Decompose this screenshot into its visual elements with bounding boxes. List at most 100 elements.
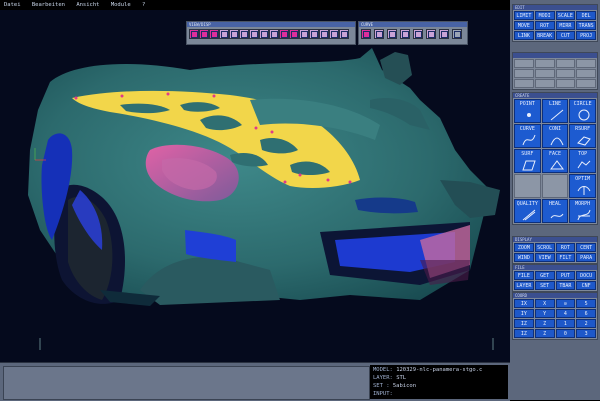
file-panel: FILE FILE GET PUT DOCU LAYER SET TBAR CN… — [512, 264, 598, 292]
rot-button[interactable]: ROT — [555, 243, 576, 252]
coord-key[interactable]: Y — [534, 309, 555, 318]
redo-icon[interactable] — [329, 29, 339, 39]
empty-slot — [555, 69, 576, 78]
layer-button[interactable]: LAYER — [514, 281, 534, 290]
view-button[interactable]: VIEW — [534, 253, 555, 262]
coord-key[interactable]: Z — [534, 319, 555, 328]
coord-key[interactable]: Z — [534, 329, 555, 338]
empty-panel — [512, 52, 598, 90]
coord-key[interactable]: 4 — [555, 309, 576, 318]
menu-help[interactable]: ? — [142, 2, 145, 8]
car-model-render — [28, 48, 500, 350]
scale-button[interactable]: SCALE — [555, 11, 576, 20]
tbar-button[interactable]: TBAR — [555, 281, 576, 290]
curve-tool-button[interactable]: CURVE — [514, 124, 541, 148]
top-tool-button[interactable]: TOP — [569, 149, 596, 173]
curve-tool-4-icon[interactable] — [400, 29, 410, 39]
coord-key[interactable]: 3 — [576, 329, 596, 338]
coord-key[interactable]: ⊙ — [555, 299, 576, 308]
3d-viewport[interactable]: VIEW/DISP CURVE — [0, 10, 511, 362]
quality-tool-button[interactable]: QUALITY — [514, 199, 541, 223]
view-front-icon[interactable] — [199, 29, 209, 39]
circle-tool-button[interactable]: CIRCLE — [569, 99, 596, 123]
menu-bearbeiten[interactable]: Bearbeiten — [32, 2, 65, 8]
curve-tool-5-icon[interactable] — [413, 29, 423, 39]
project-button[interactable]: PROJ — [576, 31, 596, 40]
curve-tool-6-icon[interactable] — [426, 29, 436, 39]
conic-tool-button[interactable]: CONI — [541, 124, 569, 148]
get-button[interactable]: GET — [534, 271, 555, 280]
view-iso-icon[interactable] — [219, 29, 229, 39]
coord-key[interactable]: IY — [514, 309, 534, 318]
coord-key[interactable]: IZ — [514, 319, 534, 328]
view-side-icon[interactable] — [209, 29, 219, 39]
pan-icon[interactable] — [259, 29, 269, 39]
filter-button[interactable]: FILT — [555, 253, 576, 262]
put-button[interactable]: PUT — [555, 271, 576, 280]
layer-label: LAYER: — [373, 375, 393, 381]
fit-icon[interactable] — [269, 29, 279, 39]
shade-icon[interactable] — [279, 29, 289, 39]
zoom-button[interactable]: ZOOM — [514, 243, 534, 252]
rotate-button[interactable]: ROT — [534, 21, 555, 30]
set-button[interactable]: SET — [534, 281, 555, 290]
refresh-icon[interactable] — [309, 29, 319, 39]
translate-button[interactable]: TRANS — [576, 21, 596, 30]
move-button[interactable]: MOVE — [514, 21, 534, 30]
mesh-icon[interactable] — [339, 29, 349, 39]
optim-tool-button[interactable]: OPTIM — [569, 174, 596, 198]
morph-icon — [577, 209, 591, 221]
morph-tool-button[interactable]: MORPH — [569, 199, 596, 223]
heal-icon — [550, 213, 564, 219]
line-tool-button[interactable]: LINE — [541, 99, 569, 123]
surf-tool-button[interactable]: SURF — [514, 149, 541, 173]
undo-icon[interactable] — [319, 29, 329, 39]
docu-button[interactable]: DOCU — [576, 271, 596, 280]
conic-icon — [550, 137, 564, 146]
cnf-button[interactable]: CNF — [576, 281, 596, 290]
break-button[interactable]: BREAK — [534, 31, 555, 40]
curve-tool-3-icon[interactable] — [387, 29, 397, 39]
point-tool-button[interactable]: POINT — [514, 99, 541, 123]
coord-key[interactable]: X — [534, 299, 555, 308]
delete-button[interactable]: DEL — [576, 11, 596, 20]
modi-button[interactable]: MODI — [534, 11, 555, 20]
curve-tool-1-icon[interactable] — [361, 29, 371, 39]
cut-button[interactable]: CUT — [555, 31, 576, 40]
empty-slot — [555, 79, 576, 88]
link-button[interactable]: LINK — [514, 31, 534, 40]
menu-ansicht[interactable]: Ansicht — [76, 2, 99, 8]
coord-key[interactable]: 6 — [576, 309, 596, 318]
curve-toolbar-title: CURVE — [359, 22, 467, 27]
mirror-button[interactable]: MIRR — [555, 21, 576, 30]
menu-datei[interactable]: Datei — [4, 2, 21, 8]
heal-tool-button[interactable]: HEAL — [541, 199, 569, 223]
menu-module[interactable]: Module — [111, 2, 131, 8]
coord-key[interactable]: 0 — [555, 329, 576, 338]
zoom-window-icon[interactable] — [249, 29, 259, 39]
view-toolbar: VIEW/DISP — [186, 21, 356, 45]
render-icon[interactable] — [299, 29, 309, 39]
center-button[interactable]: CENT — [576, 243, 596, 252]
parameter-button[interactable]: PARA — [576, 253, 596, 262]
limit-button[interactable]: LIMIT — [514, 11, 534, 20]
coord-key[interactable]: 5 — [576, 299, 596, 308]
curve-icon — [522, 134, 536, 146]
wire-icon[interactable] — [289, 29, 299, 39]
file-button[interactable]: FILE — [514, 271, 534, 280]
curve-tool-8-icon[interactable] — [452, 29, 462, 39]
scroll-button[interactable]: SCROL — [534, 243, 555, 252]
coord-key[interactable]: 1 — [555, 319, 576, 328]
view-top-icon[interactable] — [189, 29, 199, 39]
window-button[interactable]: WIND — [514, 253, 534, 262]
zoom-in-icon[interactable] — [239, 29, 249, 39]
coord-key[interactable]: IZ — [514, 329, 534, 338]
coord-key[interactable]: IX — [514, 299, 534, 308]
curve-tool-7-icon[interactable] — [439, 29, 449, 39]
rsurf-tool-button[interactable]: RSURF — [569, 124, 596, 148]
rotate-icon[interactable] — [229, 29, 239, 39]
coord-key[interactable]: 2 — [576, 319, 596, 328]
face-tool-button[interactable]: FACE — [541, 149, 569, 173]
curve-tool-2-icon[interactable] — [374, 29, 384, 39]
face-icon — [549, 160, 564, 170]
